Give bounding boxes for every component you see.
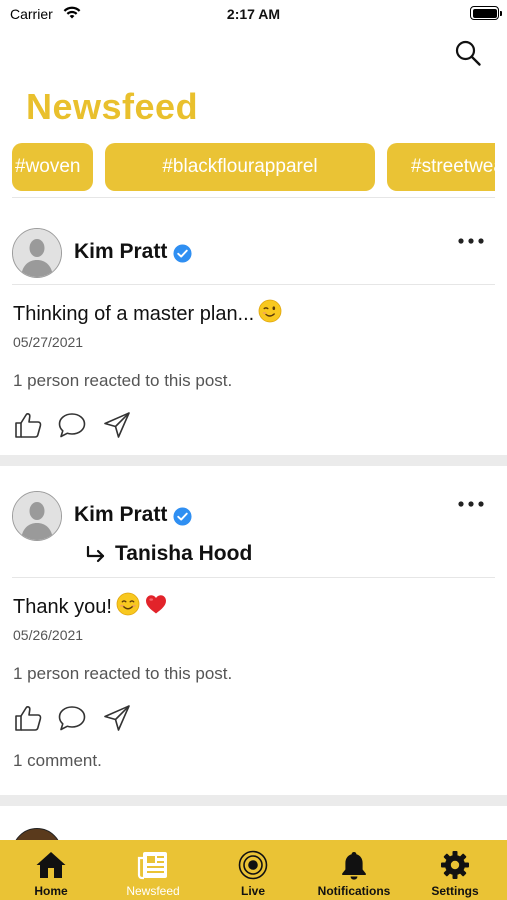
post-separator <box>0 795 507 806</box>
divider <box>12 284 495 285</box>
page-title: Newsfeed <box>26 86 199 127</box>
share-icon[interactable] <box>102 410 132 440</box>
winking-face-emoji-icon <box>258 299 282 323</box>
shared-arrow-icon <box>86 546 105 563</box>
gear-icon <box>441 851 469 879</box>
smiling-face-emoji-icon <box>116 592 140 616</box>
post-text: Thinking of a master plan... <box>13 299 282 326</box>
tab-label: Settings <box>431 884 479 898</box>
home-icon <box>36 852 66 878</box>
hashtag-chip[interactable]: #woven <box>12 143 93 191</box>
status-bar: Carrier 2:17 AM <box>0 0 507 30</box>
tab-bar: Home Newsfeed Live Notifications Setting… <box>0 840 507 900</box>
search-icon[interactable] <box>454 39 482 67</box>
tab-notifications[interactable]: Notifications <box>306 840 402 900</box>
author-name[interactable]: Kim Pratt <box>74 503 167 527</box>
hashtag-chip[interactable]: #streetwear <box>387 143 495 191</box>
tab-label: Home <box>34 884 68 898</box>
tab-settings[interactable]: Settings <box>420 840 490 900</box>
author-name[interactable]: Kim Pratt <box>74 240 167 264</box>
post-text-content: Thinking of a master plan... <box>13 303 255 325</box>
post-date: 05/26/2021 <box>13 627 84 643</box>
comment-icon[interactable] <box>57 410 87 440</box>
newspaper-icon <box>137 852 167 880</box>
reaction-summary[interactable]: 1 person reacted to this post. <box>13 664 232 684</box>
post-text-content: Thank you! <box>13 596 112 618</box>
divider <box>12 197 495 198</box>
reaction-summary[interactable]: 1 person reacted to this post. <box>13 371 232 391</box>
tab-label: Newsfeed <box>126 884 180 898</box>
live-icon <box>238 850 268 880</box>
battery-icon <box>470 6 502 20</box>
avatar[interactable] <box>12 491 62 541</box>
tab-live[interactable]: Live <box>218 840 288 900</box>
red-heart-emoji-icon <box>145 595 166 614</box>
comment-icon[interactable] <box>57 703 87 733</box>
post-date: 05/27/2021 <box>13 334 84 350</box>
more-options-icon[interactable] <box>456 236 486 246</box>
tab-newsfeed[interactable]: Newsfeed <box>110 840 196 900</box>
like-icon[interactable] <box>13 410 43 440</box>
tab-home[interactable]: Home <box>11 840 91 900</box>
bell-icon <box>342 852 366 880</box>
share-icon[interactable] <box>102 703 132 733</box>
hashtag-chip[interactable]: #blackflourapparel <box>105 143 375 191</box>
verified-badge-icon <box>173 244 192 263</box>
avatar[interactable] <box>12 228 62 278</box>
comment-count[interactable]: 1 comment. <box>13 751 102 771</box>
divider <box>12 577 495 578</box>
post-text: Thank you! <box>13 592 168 619</box>
tab-label: Notifications <box>317 884 391 898</box>
tab-label: Live <box>240 884 265 898</box>
clock: 2:17 AM <box>226 6 281 22</box>
post-separator <box>0 455 507 466</box>
shared-recipient-name[interactable]: Tanisha Hood <box>115 542 252 566</box>
verified-badge-icon <box>173 507 192 526</box>
more-options-icon[interactable] <box>456 499 486 509</box>
hashtag-carousel[interactable]: #woven #blackflourapparel #streetwear <box>0 142 495 192</box>
like-icon[interactable] <box>13 703 43 733</box>
